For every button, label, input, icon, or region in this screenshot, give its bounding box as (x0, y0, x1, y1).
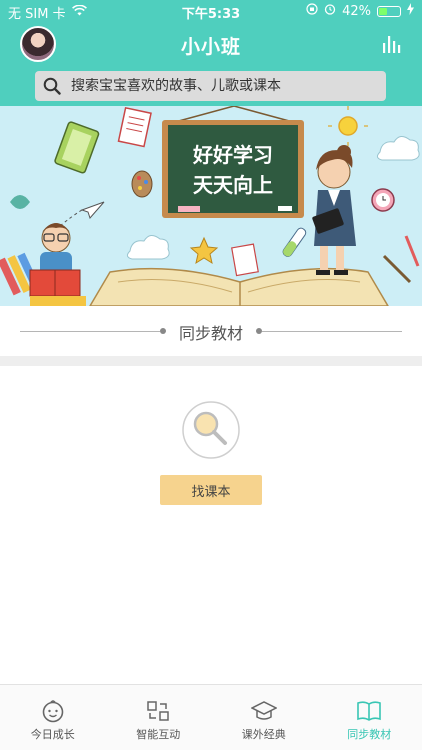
graduation-cap-icon (250, 701, 277, 720)
nav-bar: 小小班 (0, 22, 422, 66)
tab-smart-interaction[interactable]: 智能互动 (106, 685, 212, 750)
battery-icon (377, 5, 401, 17)
orientation-lock-icon (306, 3, 318, 19)
battery-percent: 42% (342, 3, 371, 19)
page-title: 小小班 (180, 36, 241, 58)
charging-icon (407, 3, 414, 19)
bar-chart-icon[interactable] (382, 34, 402, 54)
search-icon (43, 77, 61, 95)
book-icon (357, 701, 382, 721)
puzzle-icon (147, 701, 169, 721)
section-divider-right (262, 331, 402, 332)
section-separator (0, 356, 422, 366)
tab-extracurricular[interactable]: 课外经典 (211, 685, 317, 750)
baby-face-icon (42, 700, 64, 723)
tab-label-smart-interaction: 智能互动 (136, 728, 181, 741)
banner-illustration: 好好学习 天天向上 (0, 106, 422, 306)
section-header: 同步教材 (0, 306, 422, 356)
banner[interactable]: 好好学习 天天向上 (0, 106, 422, 306)
tab-today-growth[interactable]: 今日成长 (0, 685, 106, 750)
section-title: 同步教材 (178, 324, 243, 343)
board-line-2: 天天向上 (193, 173, 273, 197)
alarm-icon (324, 3, 336, 19)
tab-label-sync-textbook: 同步教材 (347, 728, 392, 741)
battery-level-fill (379, 7, 387, 15)
tab-label-today-growth: 今日成长 (30, 728, 75, 741)
board-line-1: 好好学习 (192, 143, 273, 167)
tab-sync-textbook[interactable]: 同步教材 (317, 685, 422, 750)
status-bar: 无 SIM 卡 下午5:33 42% (0, 0, 422, 22)
tab-label-extracurricular: 课外经典 (241, 728, 286, 741)
tab-bar: 今日成长 智能互动 课外经典 同步教材 (0, 684, 422, 750)
search-bar[interactable] (35, 71, 386, 101)
magnifier-empty-icon (182, 401, 240, 459)
search-input[interactable] (71, 78, 361, 94)
search-area (0, 66, 422, 106)
find-textbook-button[interactable]: 找课本 (160, 475, 262, 505)
